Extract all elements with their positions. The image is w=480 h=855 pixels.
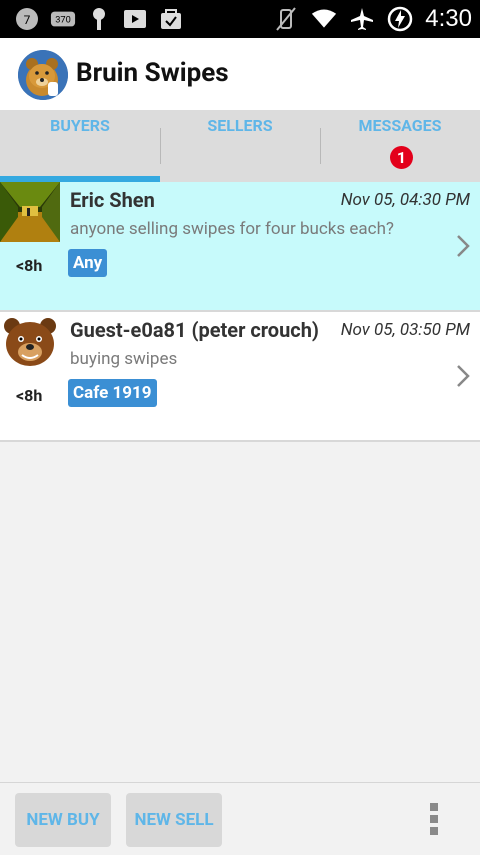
listing-date: Nov 05, 04:30 PM (340, 190, 470, 210)
listing-age: <8h (16, 256, 43, 275)
airplane-mode-icon (349, 6, 375, 32)
listing-message: anyone selling swipes for four bucks eac… (70, 219, 394, 239)
listing-name: Guest-e0a81 (peter crouch) (70, 318, 319, 342)
tab-sellers-label: SELLERS (207, 116, 273, 135)
bruin-logo-icon[interactable] (18, 50, 68, 100)
status-right-icons: 4:30 (273, 4, 472, 34)
tab-buyers-label: BUYERS (50, 116, 110, 135)
clock: 4:30 (425, 5, 472, 32)
play-store-icon (122, 6, 148, 32)
listing-date: Nov 05, 03:50 PM (340, 320, 470, 340)
listing-message: buying swipes (70, 349, 178, 369)
chat-notification-icon: 7 (14, 6, 40, 32)
bottom-action-bar: NEW BUY NEW SELL (0, 782, 480, 855)
list-item[interactable]: <8h Guest-e0a81 (peter crouch) Nov 05, 0… (0, 312, 480, 442)
list-item[interactable]: <8h Eric Shen Nov 05, 04:30 PM anyone se… (0, 182, 480, 312)
voicemail-370-icon: 370 (50, 6, 76, 32)
avatar (0, 182, 60, 242)
muted-vibrate-icon (273, 6, 299, 32)
wifi-icon (311, 6, 337, 32)
avatar (0, 312, 60, 372)
listing-name: Eric Shen (70, 188, 155, 212)
svg-text:7: 7 (24, 13, 31, 27)
status-left-icons: 7 370 (14, 5, 184, 33)
chevron-right-icon (457, 365, 470, 387)
status-bar: 7 370 4:30 (0, 0, 480, 38)
tab-messages[interactable]: MESSAGES 1 (320, 110, 480, 182)
chevron-right-icon (457, 235, 470, 257)
svg-text:370: 370 (55, 15, 71, 26)
overflow-menu-icon[interactable] (430, 803, 438, 837)
tab-sellers[interactable]: SELLERS (160, 110, 320, 182)
unread-badge: 1 (390, 146, 413, 169)
battery-charging-icon (387, 6, 413, 32)
tab-messages-label: MESSAGES (358, 116, 442, 135)
listing-age: <8h (16, 386, 43, 405)
new-sell-button[interactable]: NEW SELL (126, 793, 222, 847)
new-buy-button[interactable]: NEW BUY (15, 793, 111, 847)
app-title: Bruin Swipes (76, 58, 229, 88)
location-tag: Cafe 1919 (68, 379, 157, 407)
keyhole-icon (86, 6, 112, 32)
app-bar: Bruin Swipes (0, 38, 480, 110)
shopping-bag-icon (158, 6, 184, 32)
tab-buyers[interactable]: BUYERS (0, 110, 160, 182)
tab-bar: BUYERS SELLERS MESSAGES 1 (0, 110, 480, 183)
location-tag: Any (68, 249, 108, 277)
